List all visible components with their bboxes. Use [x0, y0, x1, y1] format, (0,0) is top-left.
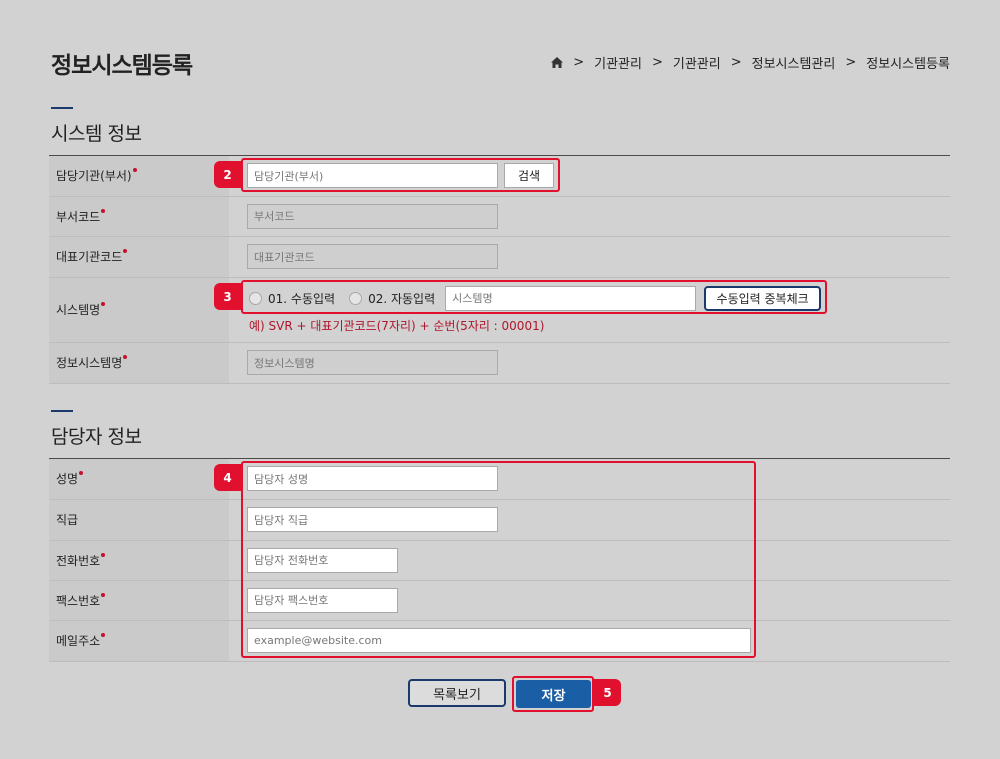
label-fax: 팩스번호	[49, 580, 229, 620]
info-system-name-input: 정보시스템명	[247, 350, 498, 375]
label-name: 성명	[49, 459, 229, 499]
label-rep-code: 대표기관코드	[49, 236, 229, 277]
row-info-system-name: 정보시스템명 정보시스템명	[49, 342, 950, 383]
system-name-hint: 예) SVR + 대표기관코드(7자리) + 순번(5자리 : 00001)	[249, 318, 545, 333]
breadcrumb-separator: >	[845, 55, 857, 70]
step-badge-3: 3	[214, 283, 241, 310]
page-title: 정보시스템등록	[51, 53, 193, 79]
required-marker	[101, 633, 106, 637]
required-marker	[101, 208, 106, 213]
breadcrumb: > 기관관리 > 기관관리 > 정보시스템관리 > 정보시스템등록	[551, 53, 950, 72]
step-badge-5: 5	[594, 679, 621, 706]
required-marker	[101, 552, 106, 557]
required-marker	[101, 302, 106, 306]
row-dept-code: 부서코드 부서코드	[49, 196, 950, 236]
breadcrumb-item[interactable]: 기관관리	[594, 53, 642, 72]
section-accent-bar	[51, 410, 73, 412]
label-system-name: 시스템명	[49, 277, 229, 342]
highlight-box-3	[241, 280, 827, 314]
section-title-manager: 담당자 정보	[51, 426, 142, 448]
list-button[interactable]: 목록보기	[408, 679, 506, 707]
home-icon[interactable]	[551, 57, 564, 68]
breadcrumb-separator: >	[651, 55, 663, 70]
breadcrumb-item[interactable]: 기관관리	[673, 53, 721, 72]
step-badge-2: 2	[214, 161, 241, 188]
label-dept-code: 부서코드	[49, 196, 229, 236]
highlight-box-4	[241, 461, 756, 658]
label-info-system-name: 정보시스템명	[49, 342, 229, 383]
breadcrumb-current: 정보시스템등록	[866, 57, 950, 72]
save-button[interactable]: 저장	[516, 680, 591, 708]
required-marker	[123, 355, 128, 359]
required-marker	[132, 168, 137, 173]
label-email: 메일주소	[49, 620, 229, 661]
breadcrumb-item[interactable]: 정보시스템관리	[752, 53, 836, 72]
required-marker	[101, 592, 106, 597]
step-badge-4: 4	[214, 464, 241, 491]
section-accent-bar	[51, 107, 73, 109]
label-phone: 전화번호	[49, 540, 229, 580]
rep-code-input: 대표기관코드	[247, 244, 498, 269]
dept-code-input: 부서코드	[247, 203, 498, 229]
label-dept: 담당기관(부서)	[49, 156, 229, 196]
breadcrumb-separator: >	[730, 55, 742, 70]
label-rank: 직급	[49, 499, 229, 540]
highlight-box-2	[241, 158, 560, 192]
breadcrumb-separator: >	[573, 55, 585, 70]
required-marker	[79, 471, 84, 476]
required-marker	[123, 249, 128, 253]
section-title-system: 시스템 정보	[51, 123, 142, 145]
row-rep-code: 대표기관코드 대표기관코드	[49, 236, 950, 277]
